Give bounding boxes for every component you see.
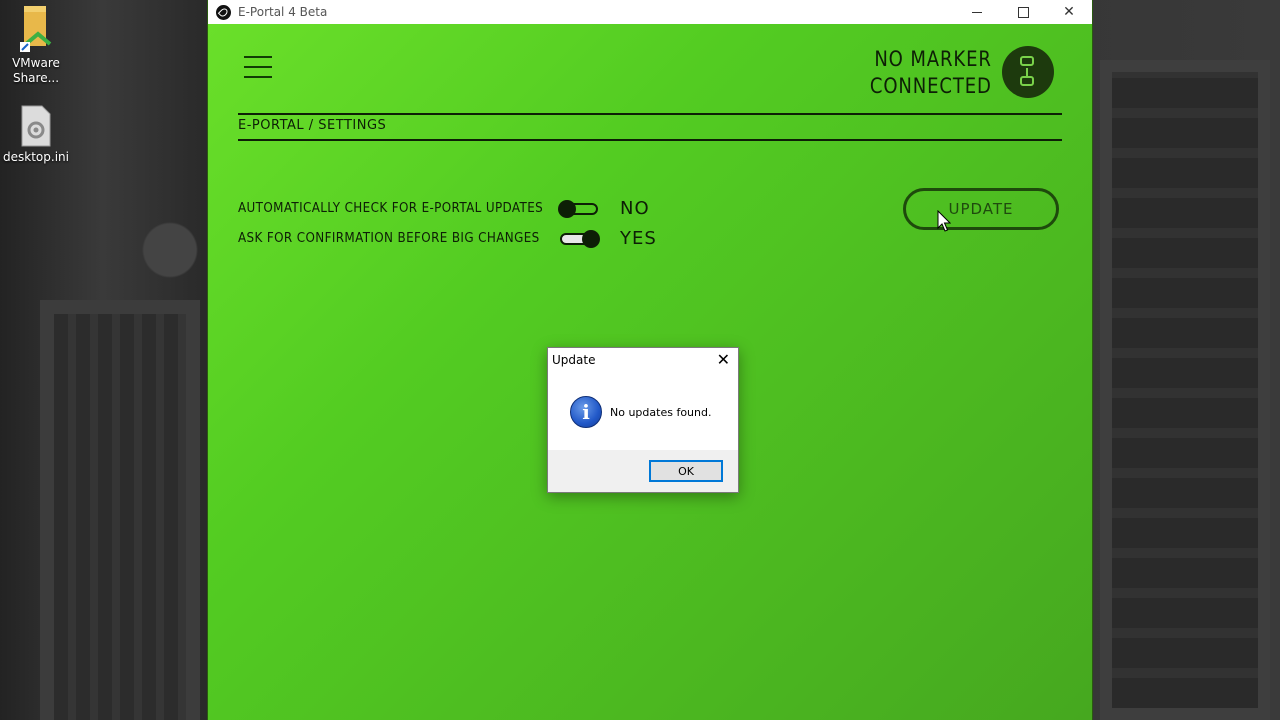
- desktop-icon-vmware-shared[interactable]: VMware Share...: [0, 4, 72, 86]
- divider-bottom: [238, 139, 1062, 141]
- setting-label-auto-update: AUTOMATICALLY CHECK FOR E-PORTAL UPDATES: [238, 201, 544, 216]
- dialog-message: No updates found.: [610, 406, 712, 419]
- window-title: E-Portal 4 Beta: [238, 5, 328, 19]
- marker-status-text: NO MARKER CONNECTED: [870, 46, 992, 100]
- auto-update-toggle[interactable]: [558, 200, 598, 218]
- status-line-2: CONNECTED: [870, 74, 992, 98]
- auto-update-value: NO: [620, 198, 650, 219]
- ok-button[interactable]: OK: [649, 460, 723, 482]
- divider-top: [238, 113, 1062, 115]
- dialog-close-button[interactable]: ✕: [717, 350, 730, 369]
- maximize-button[interactable]: [1000, 0, 1046, 24]
- desktop-wallpaper-detail: [1100, 60, 1270, 720]
- mouse-cursor-icon: [937, 210, 951, 232]
- update-button[interactable]: UPDATE: [903, 188, 1059, 230]
- settings-file-icon: [21, 105, 51, 147]
- desktop-icon-desktop-ini[interactable]: desktop.ini: [0, 104, 72, 165]
- desktop-wallpaper-detail: [40, 300, 200, 720]
- title-bar[interactable]: E-Portal 4 Beta ✕: [208, 0, 1092, 24]
- info-icon: i: [570, 396, 602, 428]
- toggle-knob: [558, 200, 576, 218]
- minimize-button[interactable]: [954, 0, 1000, 24]
- close-window-button[interactable]: ✕: [1046, 0, 1092, 24]
- dialog-footer: OK: [548, 450, 738, 492]
- dialog-title: Update: [552, 353, 596, 367]
- hamburger-menu-icon[interactable]: [244, 56, 272, 78]
- shared-folder-icon: [20, 6, 52, 52]
- confirmation-toggle[interactable]: [560, 230, 600, 248]
- status-line-1: NO MARKER: [874, 47, 992, 71]
- breadcrumb: E-PORTAL / SETTINGS: [238, 118, 387, 133]
- marker-connection-icon[interactable]: [1002, 46, 1054, 98]
- confirmation-value: YES: [620, 228, 657, 249]
- app-logo-icon: [216, 4, 231, 20]
- desktop-icon-label: desktop.ini: [3, 150, 69, 164]
- desktop-icon-label: VMware Share...: [12, 56, 60, 85]
- toggle-knob: [582, 230, 600, 248]
- update-dialog: Update ✕ i No updates found. OK: [547, 347, 739, 493]
- window-controls: ✕: [954, 0, 1092, 24]
- setting-label-confirmation: ASK FOR CONFIRMATION BEFORE BIG CHANGES: [238, 231, 540, 246]
